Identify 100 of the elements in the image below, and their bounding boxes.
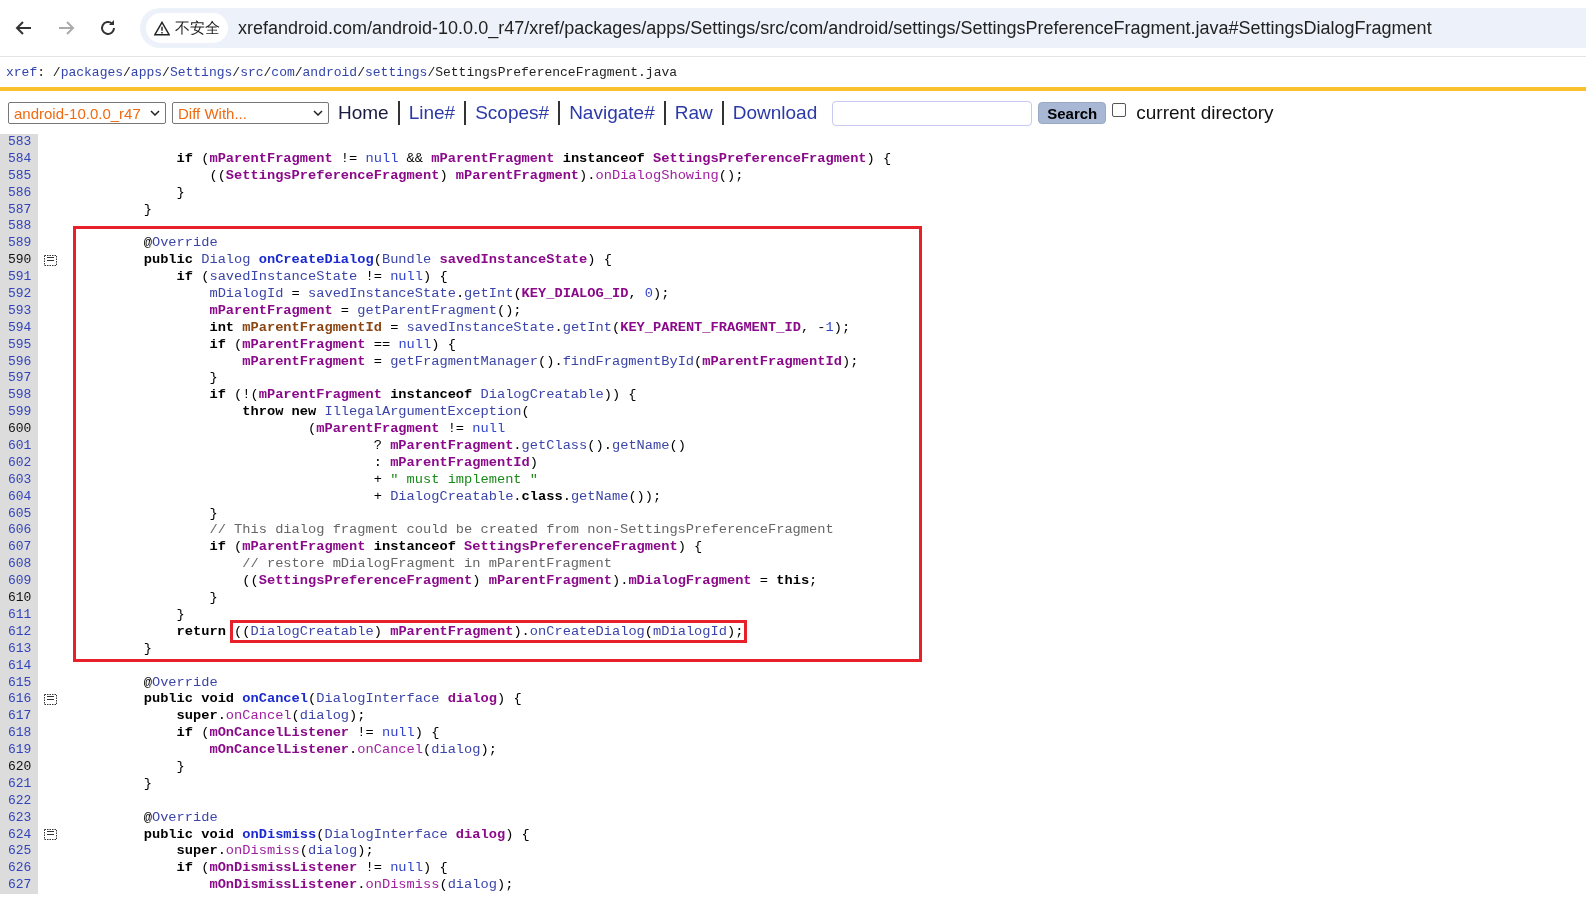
code-token: !=	[364, 269, 383, 285]
code-token: (	[521, 404, 530, 420]
code-token: .	[217, 708, 226, 724]
nav-link[interactable]: Scopes#	[472, 102, 553, 124]
code-token: !=	[356, 725, 375, 741]
code-token: (!(	[233, 387, 259, 403]
breadcrumb-link[interactable]: src	[240, 64, 264, 80]
code-token: super	[175, 843, 218, 859]
code-token: instanceof	[389, 387, 473, 403]
breadcrumb-link[interactable]: com	[271, 64, 295, 80]
code-token: (	[200, 269, 210, 285]
code-token: =	[372, 353, 383, 369]
code-token: !=	[339, 150, 359, 166]
code-token: )	[472, 573, 482, 589]
code-token: ) {	[587, 252, 612, 268]
code-token: mOnCancelListener	[208, 742, 350, 758]
code-token: DialogInterface	[316, 691, 440, 707]
code-token: dialog	[447, 877, 497, 893]
line-number: 607	[0, 539, 38, 557]
code-token: }	[208, 370, 218, 386]
code-token: getInt	[464, 286, 514, 301]
code-token: (	[233, 539, 243, 555]
code-token: (	[513, 286, 522, 301]
code-token: getClass	[521, 438, 588, 454]
nav-link[interactable]: Download	[729, 102, 821, 124]
warning-icon	[154, 20, 170, 36]
code-token: mParentFragmentId	[241, 319, 382, 335]
code-token: mParentFragment	[316, 421, 440, 437]
code-token: @	[142, 674, 152, 690]
search-button[interactable]: Search	[1038, 102, 1107, 124]
line-number: 616	[0, 691, 38, 709]
nav-link[interactable]: Home	[335, 102, 392, 124]
security-chip[interactable]: 不安全	[146, 13, 228, 43]
checkbox[interactable]	[1112, 103, 1127, 117]
line-number: 589	[0, 235, 38, 253]
code-token: (	[611, 319, 621, 335]
line-number: 610	[0, 590, 38, 607]
breadcrumb-link[interactable]: settings	[365, 64, 428, 80]
code-token: 1	[825, 319, 834, 335]
breadcrumb-link[interactable]: Settings	[169, 64, 233, 80]
code-token: );	[727, 623, 744, 639]
code-token: ());	[628, 488, 662, 504]
fold-icon[interactable]	[44, 694, 57, 706]
breadcrumb-text: : /	[37, 64, 61, 80]
code-token: ).	[513, 623, 530, 639]
code-token: ) {	[866, 150, 892, 166]
code-token: mOnCancelListener	[209, 725, 350, 741]
code-token: throw new	[241, 404, 317, 420]
code-token: onCreateDialog	[257, 252, 374, 268]
code-token: onCancel	[225, 708, 292, 724]
code-token: DialogCreatable	[250, 623, 374, 639]
line-number: 590	[0, 252, 38, 270]
code-token: mParentFragmentId	[390, 454, 530, 470]
code-token: (	[307, 421, 317, 437]
nav-link[interactable]: Raw	[671, 102, 716, 124]
code-token: mParentFragmentId	[702, 353, 842, 369]
code-token: (	[644, 623, 654, 639]
code-token: mParentFragment	[242, 539, 366, 555]
nav-link[interactable]: Line#	[405, 102, 459, 124]
line-number: 591	[0, 269, 38, 286]
breadcrumb-link[interactable]: packages	[60, 64, 124, 80]
code-token: public void	[142, 826, 235, 842]
code-token: SettingsPreferenceFragment	[258, 573, 473, 589]
code-token: }	[142, 640, 152, 656]
code-token: @	[142, 235, 152, 251]
fold-icon[interactable]	[44, 829, 57, 841]
code-token: .	[349, 742, 358, 758]
code-token: }	[142, 775, 152, 791]
code-token: @	[142, 809, 152, 825]
fold-icon[interactable]	[44, 255, 57, 267]
code-token: public void	[142, 691, 235, 707]
address-bar[interactable]: 不安全 xrefandroid.com/android-10.0.0_r47/xref/packages/apps/Settings/src/com/android/settings/SettingsPreferenceFragment.java#SettingsDialogFragment	[140, 8, 1586, 48]
search-field[interactable]	[832, 100, 1033, 126]
checkbox-label[interactable]: current directory	[1136, 102, 1274, 124]
code-token: Bundle	[381, 252, 432, 268]
code-token: !=	[446, 421, 466, 437]
code-token: (	[200, 150, 210, 166]
code-token: dialog	[431, 742, 481, 758]
code-token: savedInstanceState	[406, 319, 555, 335]
line-number: 608	[0, 556, 38, 574]
code-token: DialogInterface	[324, 826, 448, 842]
code-token: }	[175, 184, 185, 200]
nav-link[interactable]: Navigate#	[566, 102, 658, 124]
line-number: 619	[0, 742, 38, 759]
code-token: mParentFragment	[431, 150, 555, 166]
code-token: savedInstanceState	[209, 269, 358, 285]
breadcrumb-link[interactable]: xref	[6, 64, 38, 80]
breadcrumb-text: /	[427, 64, 436, 80]
code-token: savedInstanceState	[308, 286, 456, 301]
reload-icon[interactable]	[98, 18, 118, 38]
code-token: ).	[611, 573, 629, 589]
code-token: (	[694, 353, 703, 369]
breadcrumb-link[interactable]: android	[302, 64, 358, 80]
code-token: (	[200, 860, 210, 876]
code-token: );	[496, 877, 514, 893]
code-token: mOnDismissListener	[208, 877, 358, 893]
code-token: super	[175, 708, 218, 724]
breadcrumb-link[interactable]: apps	[130, 64, 163, 80]
breadcrumb-text: /	[123, 64, 131, 80]
code-token: null	[390, 269, 423, 285]
